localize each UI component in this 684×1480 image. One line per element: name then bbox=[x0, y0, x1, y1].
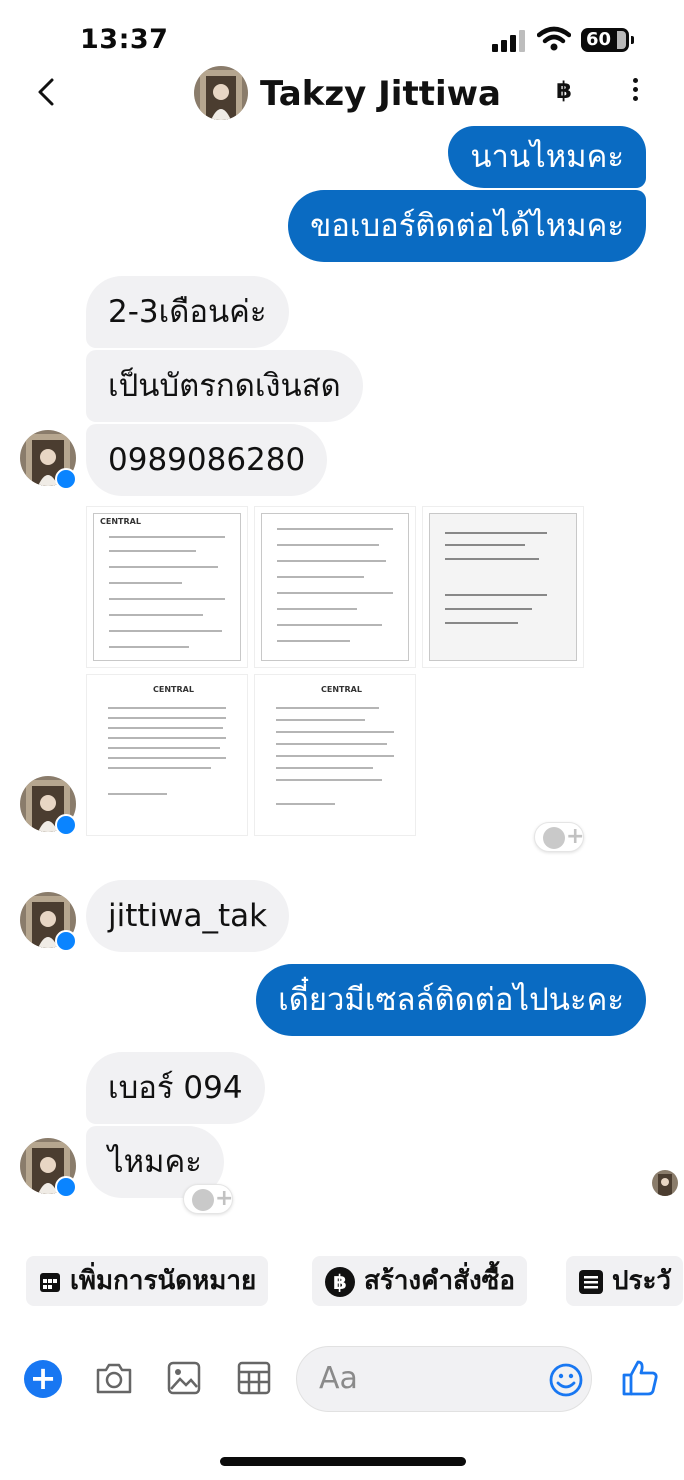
message-bubble-in[interactable]: 0989086280 bbox=[86, 424, 328, 496]
shared-photo[interactable]: CENTRAL bbox=[86, 506, 248, 668]
battery-level: 60 bbox=[586, 29, 612, 50]
messenger-icon bbox=[55, 814, 77, 836]
photo-brand-text: CENTRAL bbox=[321, 685, 362, 694]
add-reaction-button[interactable]: + bbox=[183, 1184, 233, 1214]
home-indicator[interactable] bbox=[220, 1457, 466, 1466]
image-icon[interactable] bbox=[166, 1360, 202, 1396]
back-arrow-icon[interactable] bbox=[32, 76, 62, 108]
camera-icon[interactable] bbox=[94, 1360, 134, 1396]
photo-brand-text: CENTRAL bbox=[100, 517, 141, 526]
add-reaction-button[interactable]: + bbox=[534, 822, 584, 852]
calendar-icon bbox=[40, 1272, 60, 1292]
shared-photo[interactable]: CENTRAL bbox=[86, 674, 248, 836]
list-icon bbox=[579, 1269, 603, 1294]
shared-photo[interactable] bbox=[254, 506, 416, 668]
messenger-icon bbox=[55, 1176, 77, 1198]
signal-icon bbox=[492, 30, 526, 52]
message-bubble-in[interactable]: 2-3เดือนค่ะ bbox=[86, 276, 289, 348]
create-order-chip[interactable]: ฿ สร้างคำสั่งซื้อ bbox=[312, 1256, 527, 1306]
battery-icon: 60 bbox=[581, 28, 634, 52]
thumbs-up-icon[interactable] bbox=[620, 1358, 660, 1398]
message-bubble-in[interactable]: เบอร์ 094 bbox=[86, 1052, 265, 1124]
chip-label: เพิ่มการนัดหมาย bbox=[70, 1266, 257, 1296]
history-chip[interactable]: ประวั bbox=[566, 1256, 684, 1306]
contact-avatar[interactable] bbox=[194, 66, 248, 120]
payment-baht-button[interactable]: ฿ bbox=[556, 78, 572, 104]
photo-brand-text: CENTRAL bbox=[153, 685, 194, 694]
chip-label: ประวั bbox=[612, 1266, 672, 1296]
messenger-icon bbox=[55, 468, 77, 490]
messenger-icon bbox=[55, 930, 77, 952]
quick-actions-bar: เพิ่มการนัดหมาย ฿ สร้างคำสั่งซื้อ ประวั bbox=[0, 1256, 684, 1310]
shared-photo[interactable]: CENTRAL bbox=[254, 674, 416, 836]
plus-icon[interactable]: + bbox=[24, 1360, 62, 1398]
table-icon[interactable] bbox=[236, 1360, 272, 1396]
message-bubble-out[interactable]: เดี๋ยวมีเซลล์ติดต่อไปนะคะ bbox=[256, 964, 646, 1036]
chat-header: Takzy Jittiwa ฿ bbox=[0, 62, 684, 124]
message-bubble-out[interactable]: ขอเบอร์ติดต่อได้ไหมคะ bbox=[288, 190, 646, 262]
add-appointment-chip[interactable]: เพิ่มการนัดหมาย bbox=[26, 1256, 269, 1306]
status-bar: 13:37 60 bbox=[0, 0, 684, 70]
composer-bar: + Aa bbox=[0, 1340, 684, 1420]
message-bubble-in[interactable]: jittiwa_tak bbox=[86, 880, 290, 952]
chip-label: สร้างคำสั่งซื้อ bbox=[364, 1266, 515, 1296]
svg-text:฿: ฿ bbox=[333, 1270, 347, 1294]
message-bubble-in[interactable]: เป็นบัตรกดเงินสด bbox=[86, 350, 363, 422]
message-list[interactable]: นานไหมคะ ขอเบอร์ติดต่อได้ไหมคะ 2-3เดือนค… bbox=[0, 124, 684, 1244]
contact-name[interactable]: Takzy Jittiwa bbox=[260, 74, 501, 114]
status-time: 13:37 bbox=[80, 24, 169, 55]
more-options-icon[interactable] bbox=[625, 78, 645, 108]
shared-photo[interactable] bbox=[422, 506, 584, 668]
wifi-icon bbox=[537, 26, 571, 51]
message-bubble-out[interactable]: นานไหมคะ bbox=[448, 126, 646, 188]
read-receipt-avatar bbox=[652, 1170, 678, 1196]
baht-icon: ฿ bbox=[325, 1266, 355, 1297]
emoji-icon[interactable] bbox=[548, 1362, 584, 1398]
